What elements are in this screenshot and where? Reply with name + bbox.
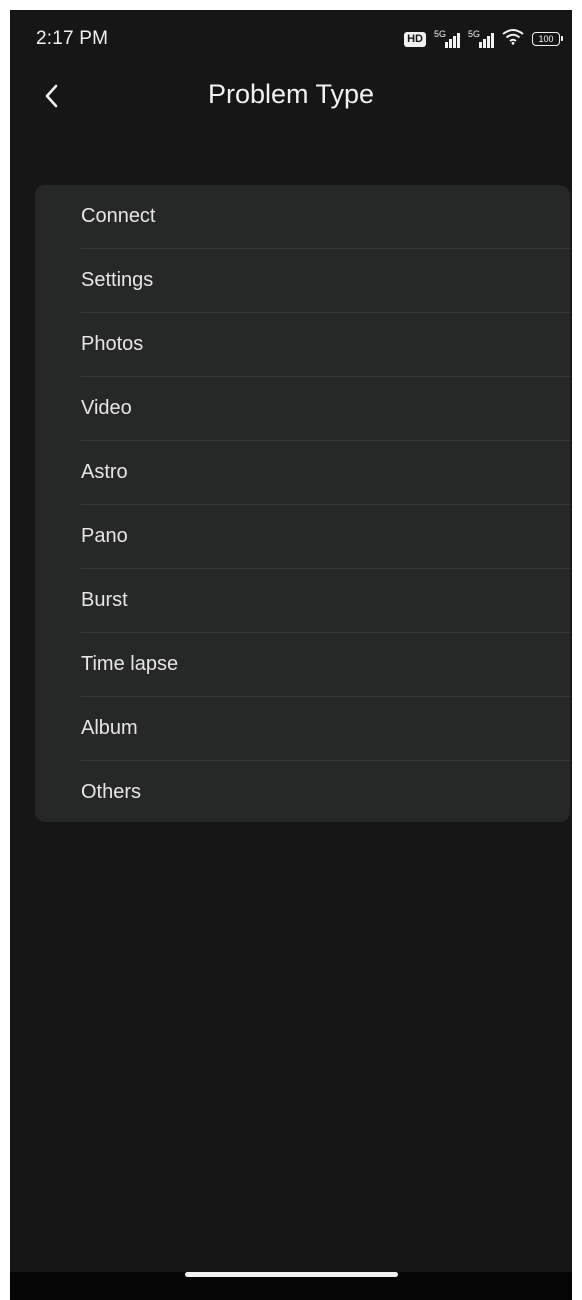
home-indicator[interactable]: [185, 1272, 398, 1277]
list-item-album[interactable]: Album: [35, 697, 570, 761]
list-item-label: Connect: [81, 205, 156, 227]
list-item-video[interactable]: Video: [35, 377, 570, 441]
list-item-time-lapse[interactable]: Time lapse: [35, 633, 570, 697]
hd-voice-icon: HD: [404, 31, 426, 47]
wifi-icon: [502, 28, 524, 50]
list-item-burst[interactable]: Burst: [35, 569, 570, 633]
page-title: Problem Type: [207, 79, 375, 109]
list-item-label: Pano: [81, 525, 128, 547]
nav-bar: Problem Type: [10, 62, 572, 126]
battery-icon: 100: [532, 32, 563, 46]
app-screen: 2:17 PM HD 5G 5G 100 Problem Type Connec…: [10, 10, 572, 1300]
list-item-label: Burst: [81, 589, 128, 611]
list-item-settings[interactable]: Settings: [35, 249, 570, 313]
list-item-others[interactable]: Others: [35, 761, 570, 822]
list-item-label: Photos: [81, 333, 144, 355]
status-bar: 2:17 PM HD 5G 5G 100: [10, 10, 572, 62]
list-item-label: Video: [81, 397, 132, 419]
network-type-label: 5G: [434, 29, 447, 39]
list-item-label: Time lapse: [81, 653, 179, 675]
signal-icon: 5G: [468, 30, 494, 48]
list-item-photos[interactable]: Photos: [35, 313, 570, 377]
list-item-label: Settings: [81, 269, 154, 291]
list-item-label: Astro: [81, 461, 128, 483]
list-item-label: Album: [81, 717, 138, 739]
network-type-label: 5G: [468, 29, 481, 39]
list-item-astro[interactable]: Astro: [35, 441, 570, 505]
list-item-label: Others: [81, 781, 142, 803]
problem-type-list: Connect Settings Photos Video Astro Pano…: [35, 185, 570, 822]
status-icons: HD 5G 5G 100: [404, 28, 563, 50]
signal-icon: 5G: [434, 30, 460, 48]
list-item-pano[interactable]: Pano: [35, 505, 570, 569]
status-time: 2:17 PM: [36, 28, 109, 49]
list-item-connect[interactable]: Connect: [35, 185, 570, 249]
